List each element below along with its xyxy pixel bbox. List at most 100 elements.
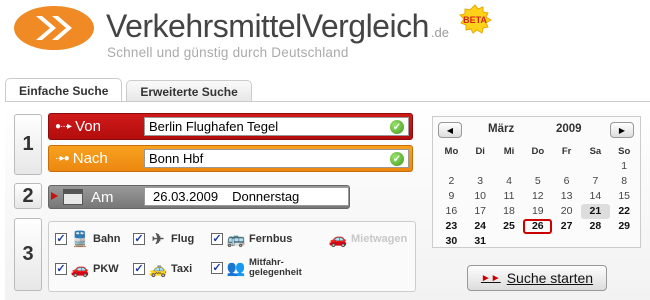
option-fernbus: ✓ 🚌 Fernbus <box>211 230 292 248</box>
calendar-day: 5 <box>534 175 541 187</box>
beta-badge: BETA <box>458 4 492 34</box>
prev-month-button[interactable]: ◀ <box>438 122 462 138</box>
step-3: 3 <box>14 218 42 291</box>
to-label: Nach <box>72 150 108 167</box>
option-taxi-label: Taxi <box>171 263 193 275</box>
calendar-empty-cell <box>581 234 610 249</box>
car-icon: 🚗 <box>70 261 90 278</box>
checkbox-fernbus[interactable]: ✓ <box>211 233 223 245</box>
from-input[interactable]: Berlin Flughafen Tegel ✓ <box>144 117 409 136</box>
calendar-widget: ◀ März 2009 ▶ Mo Di Mi Do Fr Sa So 1 2 3 4 5 6 7 8 9 10 1… <box>432 116 641 248</box>
calendar-day[interactable]: 25 <box>495 219 524 234</box>
step-1: 1 <box>14 114 42 175</box>
date-input[interactable]: 26.03.2009 Donnerstag <box>144 187 349 206</box>
calendar-month: März <box>488 123 515 135</box>
search-tabs: Einfache Suche Erweiterte Suche <box>5 78 252 103</box>
weekday-header: Di <box>475 146 485 157</box>
checkbox-mitfahrgelegenheit[interactable]: ✓ <box>211 262 223 274</box>
to-input[interactable]: Bonn Hbf ✓ <box>144 149 409 168</box>
car-icon: 🚗 <box>328 231 348 248</box>
calendar-day[interactable]: 23 <box>437 219 466 234</box>
to-value: Bonn Hbf <box>149 151 204 166</box>
checkbox-taxi[interactable]: ✓ <box>133 263 145 275</box>
check-valid-icon: ✓ <box>390 120 404 134</box>
calendar-empty-cell <box>466 159 495 174</box>
option-mitfahr-line2: gelegenheit <box>249 267 302 278</box>
option-mitfahrgelegenheit: ✓ 👥 Mitfahr-gelegenheit <box>211 258 302 278</box>
calendar-day: 9 <box>448 190 455 202</box>
taxi-icon: 🚕 <box>148 261 168 278</box>
site-logo-text[interactable]: Verkehrsmittel Vergleich .de <box>106 8 449 48</box>
calendar-day: 3 <box>477 175 484 187</box>
calendar-day: 10 <box>474 190 487 202</box>
step-2: 2 <box>14 183 42 209</box>
checkbox-pkw[interactable]: ✓ <box>55 263 67 275</box>
option-mietwagen: 🚗 Mietwagen <box>328 230 408 248</box>
calendar-day: 6 <box>563 175 570 187</box>
calendar-day: 15 <box>618 190 631 202</box>
checkbox-bahn[interactable]: ✓ <box>55 233 67 245</box>
logo-chevrons-icon <box>14 6 94 50</box>
calendar-day: 11 <box>503 190 515 202</box>
calendar-empty-cell <box>495 159 524 174</box>
option-flug: ✓ ✈ Flug <box>133 230 194 248</box>
option-mitfahr-label: Mitfahr-gelegenheit <box>249 258 302 278</box>
calendar-grid: Mo Di Mi Do Fr Sa So 1 2 3 4 5 6 7 8 9 10 11 12 13 14 15 16 17 1… <box>437 144 639 249</box>
calendar-day[interactable]: 31 <box>466 234 495 249</box>
calendar-empty-cell <box>552 234 581 249</box>
tab-simple-search[interactable]: Einfache Suche <box>5 78 123 103</box>
from-marker-icon: ●···▸ <box>55 121 72 132</box>
people-icon: 👥 <box>226 260 246 277</box>
option-mietwagen-label: Mietwagen <box>351 233 408 245</box>
calendar-day: 13 <box>560 190 573 202</box>
calendar-day: 12 <box>531 190 544 202</box>
checkbox-flug[interactable]: ✓ <box>133 233 145 245</box>
from-label: Von <box>75 118 101 135</box>
date-weekday: Donnerstag <box>232 189 300 204</box>
weekday-header: Sa <box>589 146 602 157</box>
calendar-day[interactable]: 27 <box>552 219 581 234</box>
calendar-day: 1 <box>621 160 628 172</box>
weekday-header: Mi <box>503 146 515 157</box>
weekday-header: So <box>618 146 631 157</box>
calendar-day: 8 <box>621 175 628 187</box>
calendar-day[interactable]: 22 <box>610 204 639 219</box>
calendar-year: 2009 <box>556 123 582 135</box>
calendar-day: 18 <box>503 205 515 217</box>
arrow-right-icon: ►► <box>480 272 501 284</box>
brand-tld: .de <box>430 25 449 40</box>
calendar-day: 20 <box>560 205 573 217</box>
check-valid-icon: ✓ <box>390 152 404 166</box>
calendar-day[interactable]: 21 <box>580 204 610 219</box>
brand-part1: Verkehrsmittel <box>106 8 302 44</box>
option-flug-label: Flug <box>171 233 195 245</box>
date-value: 26.03.2009 <box>153 189 219 204</box>
calendar-day: 17 <box>474 205 487 217</box>
from-value: Berlin Flughafen Tegel <box>149 119 279 134</box>
calendar-day: 16 <box>445 205 458 217</box>
calendar-empty-cell <box>523 159 552 174</box>
calendar-empty-cell <box>523 234 552 249</box>
calendar-day[interactable]: 24 <box>466 219 495 234</box>
calendar-day[interactable]: 28 <box>581 219 610 234</box>
calendar-day: 4 <box>506 175 512 187</box>
calendar-day[interactable]: 29 <box>610 219 639 234</box>
weekday-header: Fr <box>561 146 572 157</box>
calendar-day[interactable]: 30 <box>437 234 466 249</box>
calendar-day[interactable]: 26 <box>523 219 553 234</box>
to-row: ··▸● Nach Bonn Hbf ✓ <box>48 145 413 172</box>
calendar-icon[interactable] <box>63 189 83 205</box>
from-row: ●···▸ Von Berlin Flughafen Tegel ✓ <box>48 113 413 140</box>
tab-advanced-search[interactable]: Erweiterte Suche <box>126 80 252 102</box>
next-month-button[interactable]: ▶ <box>610 122 634 138</box>
option-pkw: ✓ 🚗 PKW <box>55 260 119 278</box>
brand-part2: Vergleich <box>301 8 430 44</box>
to-label-wrap: ··▸● Nach <box>55 146 108 171</box>
calendar-day: 19 <box>531 205 544 217</box>
plane-icon: ✈ <box>151 231 165 248</box>
from-label-wrap: ●···▸ Von <box>55 114 101 139</box>
calendar-day: 2 <box>448 175 455 187</box>
option-bahn: ✓ 🚆 Bahn <box>55 230 121 248</box>
search-start-button[interactable]: ►► Suche starten <box>467 265 607 291</box>
to-marker-icon: ··▸● <box>55 153 70 164</box>
